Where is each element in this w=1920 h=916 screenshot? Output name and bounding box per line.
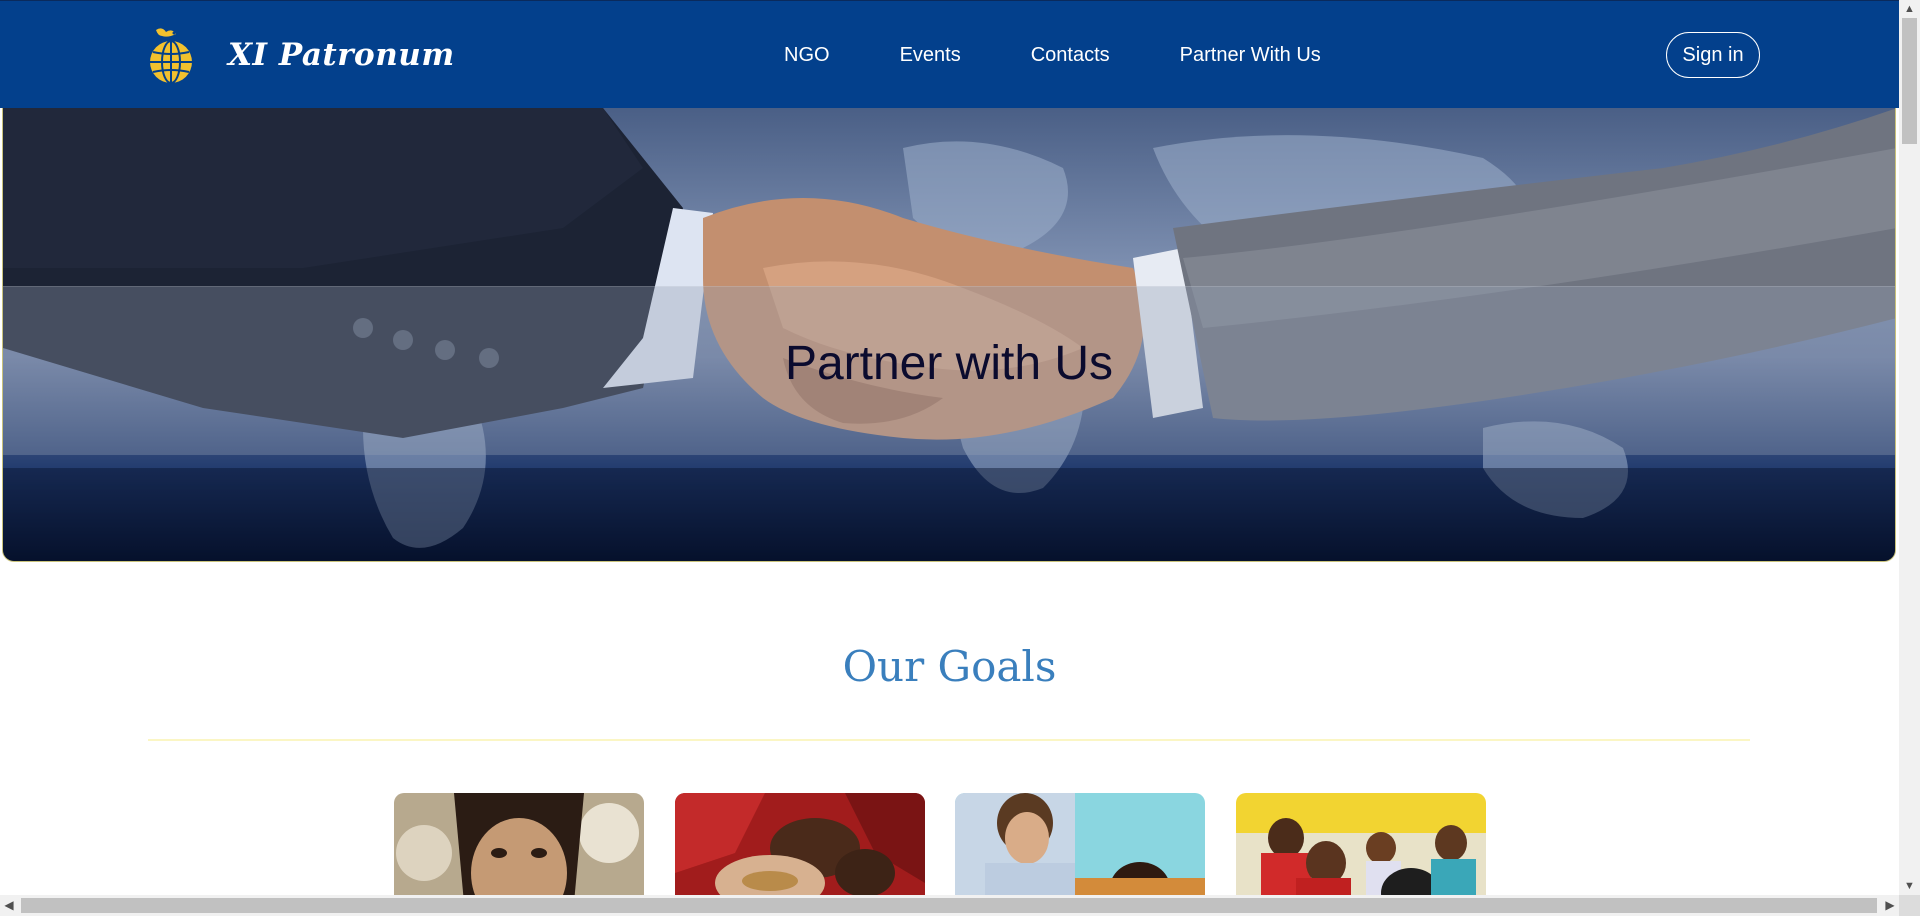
horizontal-scroll-thumb[interactable] <box>21 898 1877 913</box>
nav-link-contacts[interactable]: Contacts <box>1031 42 1110 68</box>
globe-dove-logo-icon <box>150 28 192 84</box>
vertical-scrollbar[interactable]: ▲ ▼ <box>1899 0 1920 895</box>
brand-name: XI Patronum <box>228 37 455 73</box>
hands-holding-grain-image <box>675 793 925 895</box>
nav-link-partner-with-us[interactable]: Partner With Us <box>1180 42 1321 68</box>
scroll-left-arrow-icon[interactable]: ◀ <box>0 895 18 916</box>
brand[interactable]: XI Patronum <box>146 23 455 87</box>
child-portrait-image <box>394 793 644 895</box>
goal-card-hands-grain[interactable] <box>675 793 925 895</box>
nav-link-events[interactable]: Events <box>900 42 961 68</box>
scrollbar-corner <box>1899 895 1920 916</box>
sign-in-button[interactable]: Sign in <box>1666 32 1760 78</box>
goal-card-classroom[interactable] <box>1236 793 1486 895</box>
hero-banner: Partner with Us <box>2 108 1896 562</box>
scroll-up-arrow-icon[interactable]: ▲ <box>1899 0 1920 18</box>
goal-card-child[interactable] <box>394 793 644 895</box>
nav-link-ngo[interactable]: NGO <box>784 42 830 68</box>
children-in-classroom-image <box>1236 793 1486 895</box>
goals-divider <box>148 739 1750 741</box>
horizontal-scrollbar[interactable]: ◀ ▶ <box>0 895 1899 916</box>
main-nav: NGO Events Contacts Partner With Us <box>784 42 1321 68</box>
scroll-right-arrow-icon[interactable]: ▶ <box>1881 895 1899 916</box>
scroll-down-arrow-icon[interactable]: ▼ <box>1899 877 1920 895</box>
page: XI Patronum NGO Events Contacts Partner … <box>0 0 1899 895</box>
vertical-scroll-thumb[interactable] <box>1902 18 1917 144</box>
goals-title: Our Goals <box>842 642 1057 691</box>
teacher-with-student-image <box>955 793 1205 895</box>
goal-card-teacher[interactable] <box>955 793 1205 895</box>
hero-title: Partner with Us <box>784 337 1114 390</box>
navbar: XI Patronum NGO Events Contacts Partner … <box>0 0 1899 108</box>
